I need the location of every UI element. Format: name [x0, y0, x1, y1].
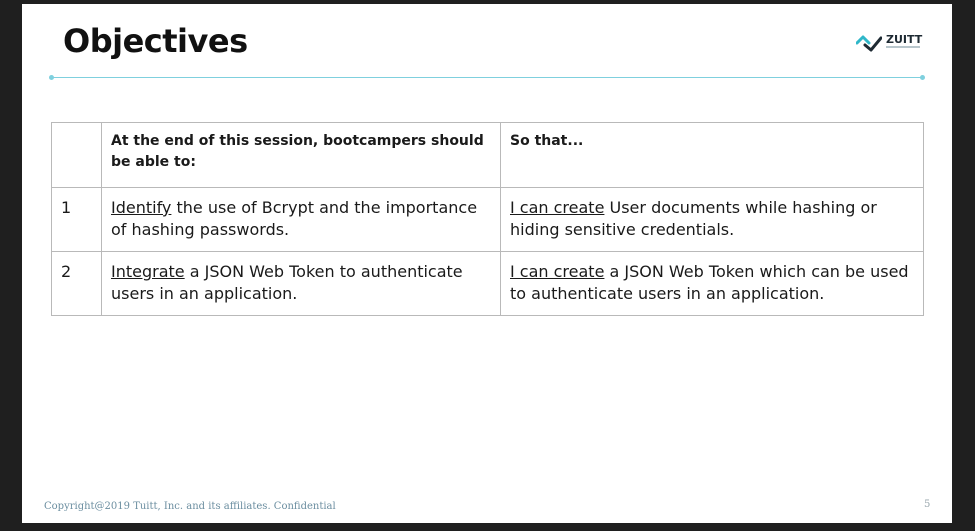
table-header-row: At the end of this session, bootcampers … [51, 122, 924, 188]
row-number: 1 [51, 187, 102, 252]
page-number: 5 [924, 499, 931, 510]
slide: Objectives ZUITT At the end of this sess… [22, 4, 952, 523]
zuitt-logo-icon [856, 35, 882, 52]
row-objective: Identify the use of Bcrypt and the impor… [101, 187, 501, 252]
divider-dot-right [920, 75, 925, 80]
divider-line [52, 77, 922, 78]
objectives-table: At the end of this session, bootcampers … [51, 122, 924, 316]
header-number [51, 122, 102, 188]
outcome-lead: I can create [510, 198, 605, 217]
logo-tagline [886, 46, 920, 48]
objective-verb: Identify [111, 198, 172, 217]
table-row: 2 Integrate a JSON Web Token to authenti… [51, 251, 924, 316]
logo-text: ZUITT [886, 33, 923, 46]
row-number: 2 [51, 251, 102, 316]
table-row: 1 Identify the use of Bcrypt and the imp… [51, 187, 924, 252]
row-outcome: I can create User documents while hashin… [500, 187, 924, 252]
objective-verb: Integrate [111, 262, 185, 281]
row-objective: Integrate a JSON Web Token to authentica… [101, 251, 501, 316]
header-outcome: So that... [500, 122, 924, 188]
zuitt-logo: ZUITT [856, 32, 924, 54]
row-outcome: I can create a JSON Web Token which can … [500, 251, 924, 316]
title-divider [49, 75, 925, 80]
copyright-footer: Copyright@2019 Tuitt, Inc. and its affil… [44, 501, 336, 512]
outcome-lead: I can create [510, 262, 605, 281]
header-objective: At the end of this session, bootcampers … [101, 122, 501, 188]
page-title: Objectives [63, 22, 248, 60]
